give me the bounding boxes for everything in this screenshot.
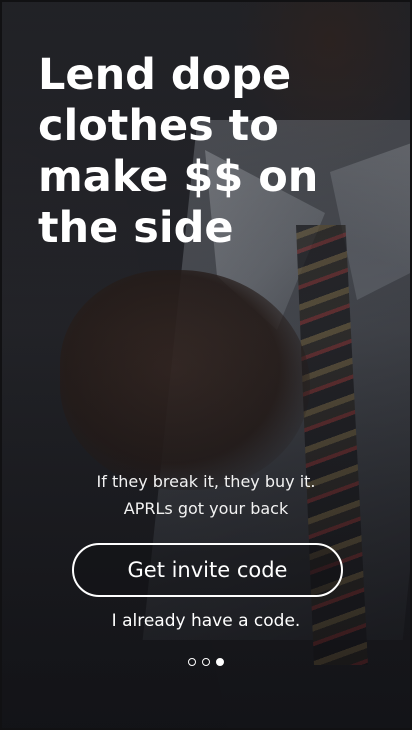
page-indicator (0, 656, 412, 668)
onboarding-headline: Lend dope clothes to make $$ on the side (38, 50, 319, 253)
get-invite-code-button[interactable]: Get invite code (72, 543, 343, 597)
already-have-code-link[interactable]: I already have a code. (80, 609, 332, 633)
page-indicator-dot-2[interactable] (202, 658, 210, 666)
page-indicator-dot-3[interactable] (216, 658, 224, 666)
onboarding-screen: Lend dope clothes to make $$ on the side… (0, 0, 412, 730)
onboarding-subtext: If they break it, they buy it. APRLs got… (96, 472, 316, 518)
page-indicator-dot-1[interactable] (188, 658, 196, 666)
